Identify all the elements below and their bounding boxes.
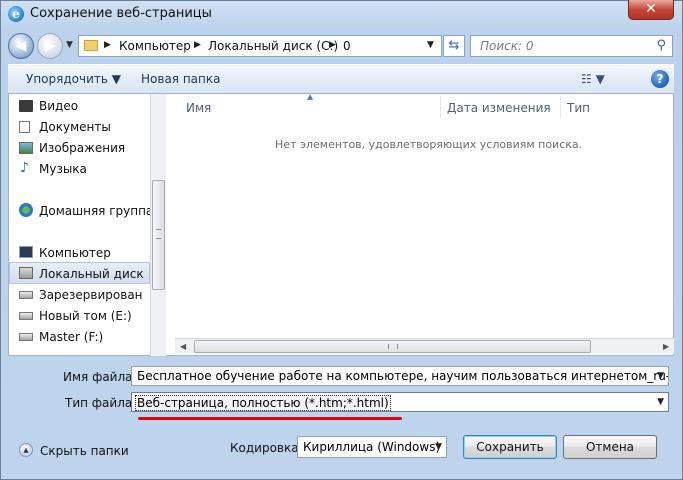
filename-value: Бесплатное обучение работе на компьютере… xyxy=(137,369,669,383)
scroll-right-arrow-icon[interactable]: ▶ xyxy=(663,342,669,351)
back-button[interactable]: ◀ xyxy=(8,33,34,59)
file-list-scroll-thumb[interactable] xyxy=(194,340,591,353)
column-divider[interactable] xyxy=(440,96,441,118)
drive-icon xyxy=(19,312,33,320)
nav-pane-scrollbar[interactable] xyxy=(150,94,166,356)
search-input[interactable]: Поиск: 0 ⚲ xyxy=(470,35,673,57)
video-icon xyxy=(19,100,33,112)
recent-pages-dropdown[interactable]: ▼ xyxy=(66,40,73,50)
filetype-label: Тип файла: xyxy=(65,396,137,410)
sidebar-item-music[interactable]: Музыка xyxy=(39,162,87,176)
chevron-down-icon[interactable]: ▼ xyxy=(657,371,664,381)
encoding-value: Кириллица (Windows) xyxy=(303,440,441,454)
breadcrumb-local-disk[interactable]: Локальный диск (C:) xyxy=(208,39,338,53)
filename-label: Имя файла: xyxy=(63,370,137,384)
sidebar-item-new-volume-e[interactable]: Новый том (E:) xyxy=(39,309,132,323)
breadcrumb-folder[interactable]: 0 xyxy=(343,39,351,53)
file-list-horizontal-scrollbar[interactable]: ◀ ▶ xyxy=(175,338,674,354)
internet-explorer-icon: e xyxy=(8,6,24,22)
column-header-type[interactable]: Тип xyxy=(567,101,590,115)
encoding-label: Кодировка: xyxy=(230,441,303,455)
local-disk-icon xyxy=(19,267,33,279)
search-icon[interactable]: ⚲ xyxy=(656,38,666,53)
cancel-button[interactable]: Отмена xyxy=(563,435,657,459)
filetype-value: Веб-страница, полностью (*.htm;*.html) xyxy=(135,395,391,411)
new-folder-button[interactable]: Новая папка xyxy=(141,72,220,86)
sidebar-item-computer[interactable]: Компьютер xyxy=(39,246,111,260)
search-placeholder: Поиск: 0 xyxy=(480,39,534,53)
sidebar-item-master-f[interactable]: Master (F:) xyxy=(39,330,103,344)
homegroup-icon xyxy=(19,203,33,217)
sort-ascending-icon: ▲ xyxy=(307,92,314,101)
sidebar-item-local-disk[interactable]: Локальный диск xyxy=(39,267,149,281)
folder-icon xyxy=(84,40,98,51)
documents-icon xyxy=(19,121,30,133)
sidebar-item-pictures[interactable]: Изображения xyxy=(39,141,125,155)
empty-folder-message: Нет элементов, удовлетворяющих условиям … xyxy=(275,138,583,151)
music-icon: ♪ xyxy=(20,160,29,176)
view-options-icon[interactable]: ☷ ▼ xyxy=(581,72,605,86)
help-icon[interactable]: ? xyxy=(651,70,669,88)
address-dropdown-icon[interactable]: ▼ xyxy=(427,40,434,50)
sidebar-item-homegroup[interactable]: Домашняя группа xyxy=(39,204,153,218)
encoding-select[interactable]: Кириллица (Windows) ▼ xyxy=(297,436,447,458)
hide-folders-button[interactable]: Скрыть папки xyxy=(40,444,129,458)
save-button[interactable]: Сохранить xyxy=(463,435,557,459)
drive-icon xyxy=(19,333,33,341)
chevron-down-icon[interactable]: ▼ xyxy=(435,442,442,452)
column-divider[interactable] xyxy=(560,96,561,118)
close-button[interactable]: ✕ xyxy=(628,0,674,20)
organize-button[interactable]: Упорядочить ▼ xyxy=(26,72,121,86)
computer-icon xyxy=(19,246,33,258)
chevron-right-icon[interactable]: ▶ xyxy=(194,40,201,50)
sidebar-item-reserved[interactable]: Зарезервирован xyxy=(39,288,149,302)
drive-icon xyxy=(19,291,33,299)
nav-pane-scroll-thumb[interactable] xyxy=(152,180,165,290)
breadcrumb-computer[interactable]: Компьютер xyxy=(119,39,191,53)
chevron-right-icon[interactable]: ▶ xyxy=(329,40,336,50)
chevron-right-icon[interactable]: ▶ xyxy=(104,40,111,50)
address-bar[interactable]: ▶ Компьютер ▶ Локальный диск (C:) ▶ 0 ▼ xyxy=(78,35,442,57)
command-bar: Упорядочить ▼ Новая папка ☷ ▼ ? xyxy=(8,64,674,94)
filename-input[interactable]: Бесплатное обучение работе на компьютере… xyxy=(131,366,669,386)
column-header-name[interactable]: Имя xyxy=(186,101,211,115)
sidebar-item-video[interactable]: Видео xyxy=(39,99,78,113)
filetype-select[interactable]: Веб-страница, полностью (*.htm;*.html) ▼ xyxy=(131,392,669,412)
refresh-button[interactable]: ⇆ xyxy=(443,35,465,57)
window-title: Сохранение веб-страницы xyxy=(30,6,212,21)
chevron-down-icon[interactable]: ▼ xyxy=(657,397,664,407)
sidebar-item-documents[interactable]: Документы xyxy=(39,120,111,134)
forward-button[interactable]: ▶ xyxy=(37,33,63,59)
scroll-left-arrow-icon[interactable]: ◀ xyxy=(180,342,186,351)
red-underline-annotation xyxy=(138,417,402,420)
collapse-up-icon[interactable]: ▲ xyxy=(19,443,33,457)
column-header-date-modified[interactable]: Дата изменения xyxy=(447,101,551,115)
browser-pane: Видео Документы Изображения ♪ Музыка Дом… xyxy=(8,92,674,356)
pictures-icon xyxy=(19,142,33,154)
